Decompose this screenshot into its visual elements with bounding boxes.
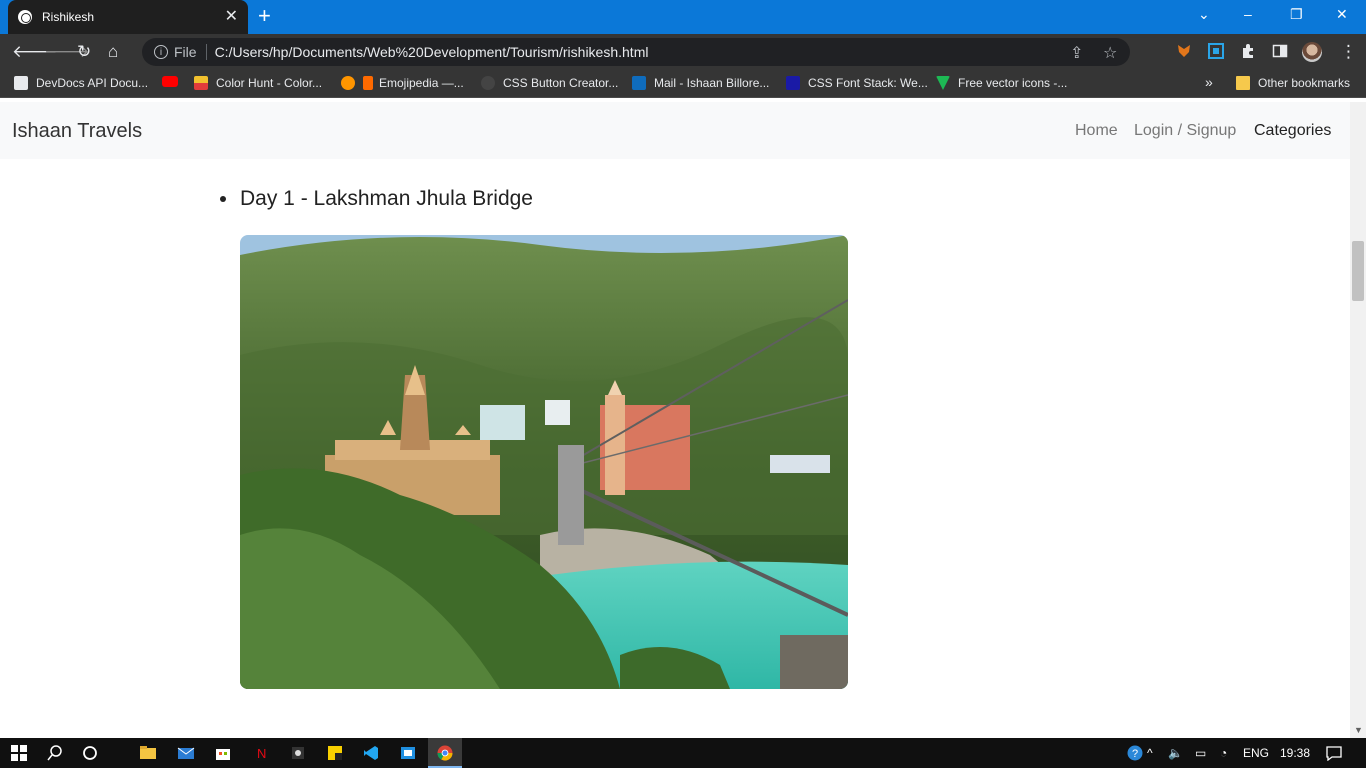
bookmark-youtube[interactable] — [162, 76, 186, 87]
metamask-extension-icon[interactable] — [1176, 43, 1192, 59]
browser-titlebar: Rishikesh ✕ + ⌄ – ❐ ✕ — [0, 0, 1366, 34]
extensions-puzzle-icon[interactable] — [1240, 43, 1256, 59]
bookmark-outlook-mail[interactable]: Mail - Ishaan Billore... — [632, 76, 769, 90]
bookmark-label: CSS Button Creator... — [503, 76, 619, 90]
app-icon[interactable] — [289, 745, 307, 761]
lakshman-jhula-bridge-photo — [240, 235, 848, 689]
outlook-icon — [632, 76, 646, 90]
bookmark-css-button-creator[interactable]: CSS Button Creator... — [481, 76, 618, 90]
minimize-button[interactable]: – — [1244, 6, 1252, 22]
restore-button[interactable]: ❐ — [1290, 6, 1303, 23]
chrome-taskbar-active[interactable] — [428, 738, 462, 768]
file-explorer-icon[interactable] — [139, 745, 157, 761]
bookmark-label: DevDocs API Docu... — [36, 76, 149, 90]
bookmark-label: CSS Font Stack: We... — [808, 76, 928, 90]
reload-icon[interactable]: ↻ — [77, 42, 91, 62]
help-icon[interactable]: ? — [1126, 745, 1144, 761]
bookmark-label: Free vector icons -... — [958, 76, 1068, 90]
css-font-stack-icon — [786, 76, 800, 90]
nav-link-home[interactable]: Home — [1075, 122, 1118, 140]
emojipedia-icon — [341, 76, 355, 90]
day-title: Day 1 - Lakshman Jhula Bridge — [240, 187, 533, 210]
cortana-icon[interactable] — [81, 745, 99, 761]
language-indicator[interactable]: ENG — [1243, 746, 1269, 760]
tab-close-icon[interactable]: ✕ — [225, 9, 238, 25]
bookmark-css-font-stack[interactable]: CSS Font Stack: We... — [786, 76, 928, 90]
info-icon[interactable]: i — [154, 45, 168, 59]
browser-toolbar: 🡐 🡒 ↻ ⌂ i File C:/Users/hp/Documents/Web… — [0, 34, 1366, 70]
battery-icon[interactable]: ▭ — [1195, 746, 1206, 760]
store-icon[interactable] — [214, 745, 232, 761]
list-bullet — [220, 196, 226, 202]
new-tab-button[interactable]: + — [258, 5, 271, 27]
network-icon[interactable]: ◔ — [1220, 746, 1227, 760]
bookmark-free-vector-icons[interactable]: Free vector icons -... — [936, 76, 1067, 90]
scroll-down-arrow-icon[interactable]: ▼ — [1354, 725, 1363, 735]
bookmark-color-hunt[interactable]: Color Hunt - Color... — [194, 76, 322, 90]
scheme-label: File — [174, 44, 197, 60]
color-hunt-icon — [194, 76, 208, 90]
tab-title: Rishikesh — [42, 10, 95, 24]
youtube-icon — [162, 76, 178, 87]
svg-text:N: N — [257, 746, 266, 761]
home-icon[interactable]: ⌂ — [108, 42, 118, 62]
url-text[interactable]: C:/Users/hp/Documents/Web%20Development/… — [215, 44, 649, 60]
gear-icon — [481, 76, 495, 90]
bookmark-devdocs[interactable]: DevDocs API Docu... — [14, 76, 148, 90]
chrome-icon — [437, 745, 453, 761]
page-scrollbar[interactable]: ▼ — [1350, 102, 1366, 738]
menu-kebab-icon[interactable]: ⋮ — [1340, 42, 1357, 62]
address-separator — [205, 44, 207, 60]
bookmark-label: Emojipedia —... — [379, 76, 464, 90]
netflix-icon[interactable]: N — [252, 745, 270, 761]
tray-chevron-icon[interactable]: ^ — [1147, 746, 1153, 760]
bookmark-label: Mail - Ishaan Billore... — [654, 76, 770, 90]
bookmarks-overflow-button[interactable]: » — [1205, 74, 1213, 90]
web-page: Ishaan Travels Home Login / Signup Categ… — [0, 102, 1350, 738]
tab-search-icon[interactable]: ⌄ — [1198, 6, 1210, 23]
mail-icon[interactable] — [177, 745, 195, 761]
screenshot-extension-icon[interactable] — [1208, 43, 1224, 59]
other-bookmarks-folder[interactable]: Other bookmarks — [1236, 76, 1350, 90]
emojipedia-secondary-icon — [363, 76, 373, 90]
browser-tab[interactable]: Rishikesh ✕ — [8, 0, 248, 34]
vector-icons-icon — [936, 76, 950, 90]
bookmark-emojipedia[interactable]: Emojipedia —... — [341, 76, 464, 90]
notification-icon[interactable] — [1325, 745, 1343, 761]
address-bar[interactable]: i File C:/Users/hp/Documents/Web%20Devel… — [142, 38, 1130, 66]
bookmark-label: Color Hunt - Color... — [216, 76, 323, 90]
scrollbar-thumb[interactable] — [1352, 241, 1364, 301]
windows-start-icon[interactable] — [10, 745, 28, 761]
vscode-icon[interactable] — [362, 745, 380, 761]
site-brand[interactable]: Ishaan Travels — [12, 120, 142, 143]
globe-icon — [18, 10, 32, 24]
nav-link-login-signup[interactable]: Login / Signup — [1134, 122, 1236, 140]
profile-avatar[interactable] — [1302, 42, 1322, 62]
folder-icon — [1236, 76, 1250, 90]
svg-text:?: ? — [1132, 748, 1138, 760]
nav-link-categories[interactable]: Categories — [1254, 122, 1331, 140]
volume-icon[interactable]: 🔈 — [1168, 746, 1183, 760]
devdocs-icon — [14, 76, 28, 90]
clock-time[interactable]: 19:38 — [1280, 746, 1310, 760]
share-icon[interactable]: ⇪ — [1070, 43, 1083, 63]
close-window-button[interactable]: ✕ — [1336, 6, 1348, 23]
search-icon[interactable] — [46, 745, 64, 761]
sticky-notes-icon[interactable] — [326, 745, 344, 761]
site-navbar: Ishaan Travels Home Login / Signup Categ… — [0, 102, 1350, 159]
bookmarks-bar: DevDocs API Docu... Color Hunt - Color..… — [0, 70, 1366, 98]
itinerary-day-item: Day 1 - Lakshman Jhula Bridge — [220, 187, 533, 211]
bookmark-star-icon[interactable]: ☆ — [1103, 43, 1117, 63]
photos-icon[interactable] — [399, 745, 417, 761]
other-bookmarks-label: Other bookmarks — [1258, 76, 1351, 90]
side-panel-icon[interactable] — [1272, 43, 1288, 59]
windows-taskbar: N ? ^ 🔈 ▭ ◔ ENG 19:38 — [0, 738, 1366, 768]
